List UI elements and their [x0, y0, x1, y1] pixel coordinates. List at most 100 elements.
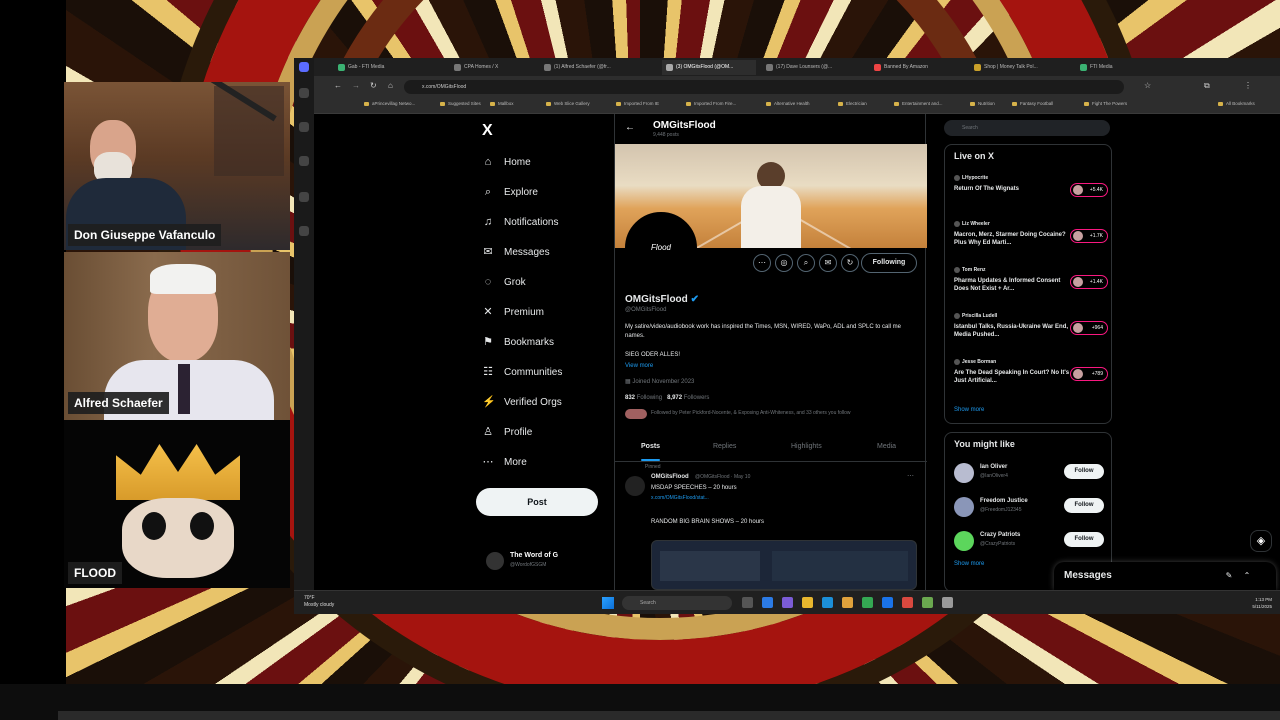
suggested-account[interactable]: Freedom Justice @FreedomJ12345 Follow — [954, 495, 1108, 523]
extensions-icon[interactable]: ⧉ — [1204, 81, 1210, 91]
tab-highlights[interactable]: Highlights — [791, 443, 822, 450]
nav-grok[interactable]: ◌ Grok — [482, 270, 526, 294]
messages-drawer[interactable]: Messages ✎ ⌃ — [1054, 562, 1276, 590]
nav-notifications[interactable]: ♫ Notifications — [482, 210, 559, 234]
tab-media[interactable]: Media — [877, 443, 896, 450]
browser-tab[interactable]: Gab - FTI Media — [334, 60, 446, 75]
url-field[interactable]: x.com/OMGitsFlood — [404, 80, 1124, 94]
search-profile-icon[interactable]: ⌕ — [797, 254, 815, 272]
nav-home[interactable]: ⌂ Home — [482, 150, 531, 174]
live-space-item[interactable]: Jesse Borman Are The Dead Speaking In Cou… — [954, 359, 1108, 399]
following-button[interactable]: Following — [861, 253, 917, 273]
live-listener-count[interactable]: +5.4K — [1070, 183, 1108, 197]
browser-tab[interactable]: Banned By Amazon — [870, 60, 966, 75]
follow-button[interactable]: Follow — [1064, 532, 1104, 547]
menu-icon[interactable]: ⋮ — [1244, 81, 1252, 90]
home-button-icon[interactable]: ⌂ — [388, 81, 393, 90]
tab-posts[interactable]: Posts — [641, 443, 661, 461]
notification-subscribe-icon[interactable]: ↻ — [841, 254, 859, 272]
bookmark-item[interactable]: All Bookmarks — [1218, 101, 1255, 106]
search-input[interactable]: Search — [944, 120, 1110, 136]
post-more-icon[interactable]: ⋯ — [907, 472, 914, 480]
nav-verified-orgs[interactable]: ⚡ Verified Orgs — [482, 390, 562, 414]
bookmark-item[interactable]: Fantasy Football — [1012, 101, 1053, 106]
sidebar-app-icon[interactable] — [299, 156, 309, 166]
sidebar-app-icon[interactable] — [299, 192, 309, 202]
nav-premium[interactable]: ✕ Premium — [482, 300, 544, 324]
live-listener-count[interactable]: +1.4K — [1070, 275, 1108, 289]
post-button[interactable]: Post — [476, 488, 598, 516]
app-icon[interactable] — [882, 597, 893, 608]
back-arrow-icon[interactable]: ← — [625, 122, 635, 133]
bookmark-item[interactable]: Fight The Powers — [1084, 101, 1127, 106]
more-options-icon[interactable]: ⋯ — [753, 254, 771, 272]
suggested-account[interactable]: Ian Oliver @IanOliver4 Follow — [954, 461, 1108, 489]
bookmark-item[interactable]: Suggested Sites — [440, 101, 481, 106]
browser-tab-active[interactable]: (3) OMGitsFlood (@OM... — [662, 60, 756, 75]
bookmark-item[interactable]: Alternative Health — [766, 101, 810, 106]
taskbar-search-input[interactable]: Search — [622, 596, 732, 610]
followed-by-text[interactable]: Followed by Peter Pickford-Nocente, & Ex… — [651, 410, 921, 417]
following-label[interactable]: Following — [637, 395, 662, 401]
nav-communities[interactable]: ☷ Communities — [482, 360, 562, 384]
following-count[interactable]: 832 — [625, 395, 635, 401]
browser-tab[interactable]: (17) Dave Lounsers (@... — [762, 60, 866, 75]
followers-label[interactable]: Followers — [684, 395, 710, 401]
x-logo-icon[interactable]: X — [482, 122, 493, 140]
live-space-item[interactable]: Tom Renz Pharma Updates & Informed Consen… — [954, 267, 1108, 307]
store-icon[interactable] — [842, 597, 853, 608]
profile-avatar[interactable]: Flood — [625, 212, 697, 284]
followers-count[interactable]: 8,972 — [667, 395, 682, 401]
reload-icon[interactable]: ↻ — [370, 81, 377, 90]
live-listener-count[interactable]: +964 — [1070, 321, 1108, 335]
follow-button[interactable]: Follow — [1064, 498, 1104, 513]
sidebar-app-icon[interactable] — [299, 122, 309, 132]
bookmark-item[interactable]: Nutrition — [970, 101, 995, 106]
browser-tab[interactable]: (1) Alfred Schaefer (@fr... — [540, 60, 658, 75]
follow-button[interactable]: Follow — [1064, 464, 1104, 479]
task-view-icon[interactable] — [742, 597, 753, 608]
bookmark-item[interactable]: Mallbox — [490, 101, 514, 106]
edge-icon[interactable] — [762, 597, 773, 608]
weather-widget[interactable]: 70°F Mostly cloudy — [304, 595, 334, 609]
nav-messages[interactable]: ✉ Messages — [482, 240, 549, 264]
grok-analyze-icon[interactable]: ◎ — [775, 254, 793, 272]
bookmark-item[interactable]: Imported From Fire... — [686, 101, 736, 106]
nav-more[interactable]: ⋯ More — [482, 450, 527, 474]
browser-tab[interactable]: FTI Media — [1076, 60, 1168, 75]
bookmark-item[interactable]: Electrician — [838, 101, 867, 106]
live-listener-count[interactable]: +789 — [1070, 367, 1108, 381]
suggested-account[interactable]: Crazy Patriots @CrazyPatriots Follow — [954, 529, 1108, 557]
copilot-icon[interactable] — [782, 597, 793, 608]
new-message-icon[interactable]: ✎ — [1224, 571, 1234, 581]
bookmark-item[interactable]: Web Slice Gallery — [546, 101, 590, 106]
nav-profile[interactable]: ♙ Profile — [482, 420, 532, 444]
bookmark-item[interactable]: Entertainment and... — [894, 101, 943, 106]
tab-replies[interactable]: Replies — [713, 443, 736, 450]
show-more-link[interactable]: Show more — [954, 407, 984, 413]
expand-chevron-icon[interactable]: ⌃ — [1242, 571, 1252, 581]
account-switcher[interactable]: The Word of G @WordofGSGM — [486, 550, 606, 574]
nav-bookmarks[interactable]: ⚑ Bookmarks — [482, 330, 554, 354]
live-space-item[interactable]: LHypocrite Return Of The Wignats +5.4K — [954, 175, 1108, 215]
app-icon[interactable] — [942, 597, 953, 608]
app-icon[interactable] — [922, 597, 933, 608]
sidebar-app-icon[interactable] — [299, 226, 309, 236]
live-space-item[interactable]: Liz Wheeler Macron, Merz, Starmer Doing C… — [954, 221, 1108, 261]
show-more-link[interactable]: Show more — [954, 561, 984, 567]
back-icon[interactable]: ← — [334, 81, 342, 90]
app-icon[interactable] — [902, 597, 913, 608]
sidebar-app-icon[interactable] — [299, 88, 309, 98]
browser-icon[interactable] — [822, 597, 833, 608]
post-link[interactable]: x.com/OMGitsFlood/stat... — [651, 495, 709, 501]
grok-fab-icon[interactable]: ◈ — [1250, 530, 1272, 552]
post-media[interactable] — [651, 540, 917, 590]
bookmark-item[interactable]: Imported From IE — [616, 101, 659, 106]
browser-tab[interactable]: Shop | Money Talk Pol... — [970, 60, 1072, 75]
live-listener-count[interactable]: +1.7K — [1070, 229, 1108, 243]
message-icon[interactable]: ✉ — [819, 254, 837, 272]
nav-explore[interactable]: ⌕ Explore — [482, 180, 538, 204]
browser-tab[interactable]: CPA Homes / X — [450, 60, 536, 75]
bookmark-item[interactable]: aPrincevillag Netwo... — [364, 101, 415, 106]
copilot-icon[interactable] — [299, 62, 309, 72]
